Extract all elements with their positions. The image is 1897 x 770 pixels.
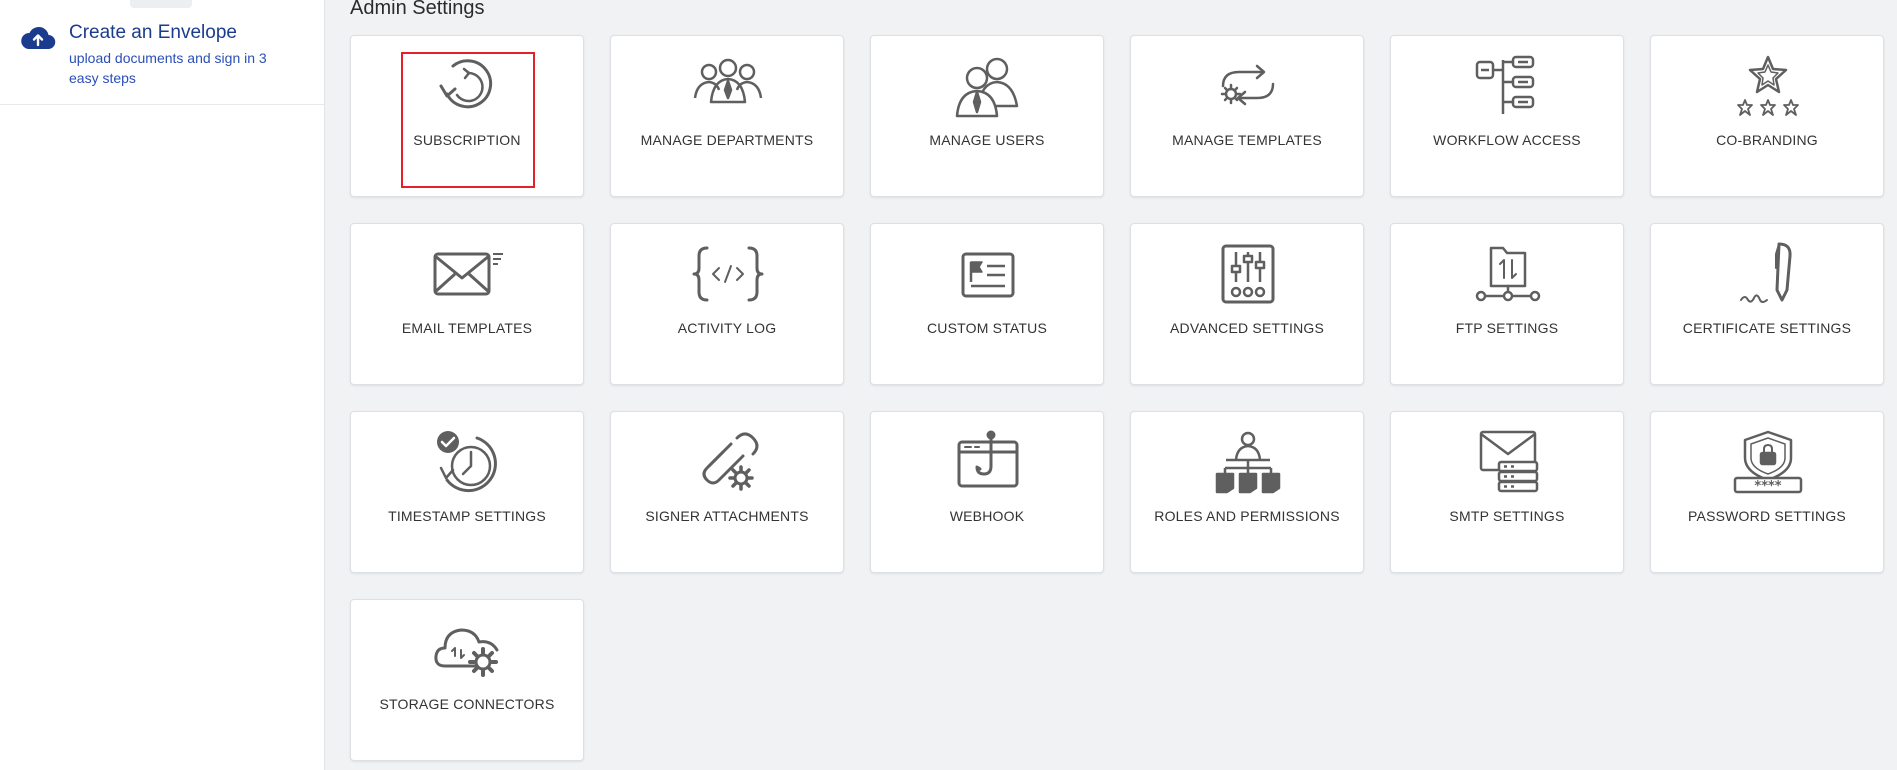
tile-label: EMAIL TEMPLATES — [401, 320, 533, 336]
tile-custom-status[interactable]: CUSTOM STATUS — [870, 223, 1104, 385]
templates-icon — [1220, 64, 1275, 106]
tile-advanced-settings[interactable]: ADVANCED SETTINGS — [1130, 223, 1364, 385]
tile-label: MANAGE USERS — [929, 132, 1045, 148]
tile-manage-departments[interactable]: MANAGE DEPARTMENTS — [610, 35, 844, 197]
tile-co-branding[interactable]: CO-BRANDING — [1650, 35, 1884, 197]
tile-label: FTP SETTINGS — [1455, 320, 1559, 336]
tile-label: CUSTOM STATUS — [926, 320, 1048, 336]
tile-email-templates[interactable]: EMAIL TEMPLATES — [350, 223, 584, 385]
paperclip-gear-icon — [702, 432, 759, 491]
webhook-icon — [957, 430, 1019, 488]
tile-label: ADVANCED SETTINGS — [1169, 320, 1325, 336]
users-icon — [955, 57, 1019, 118]
tile-label: CERTIFICATE SETTINGS — [1682, 320, 1852, 336]
sidebar-divider — [0, 104, 324, 105]
tile-storage-connectors[interactable]: STORAGE CONNECTORS — [350, 599, 584, 761]
tile-certificate-settings[interactable]: CERTIFICATE SETTINGS — [1650, 223, 1884, 385]
status-card-icon — [961, 252, 1015, 298]
tile-signer-attachments[interactable]: SIGNER ATTACHMENTS — [610, 411, 844, 573]
sliders-icon — [1221, 244, 1275, 304]
tile-label: SMTP SETTINGS — [1449, 508, 1565, 524]
org-chart-icon — [1215, 431, 1281, 494]
pen-signature-icon — [1740, 242, 1792, 303]
tile-timestamp-settings[interactable]: TIMESTAMP SETTINGS — [350, 411, 584, 573]
star-icon — [1737, 55, 1799, 116]
tile-ftp-settings[interactable]: FTP SETTINGS — [1390, 223, 1624, 385]
workflow-icon — [1475, 55, 1535, 114]
subscription-icon — [439, 59, 493, 109]
create-envelope-subtitle: upload documents and sign in 3 easy step… — [69, 50, 267, 86]
tile-label: ACTIVITY LOG — [677, 320, 777, 336]
svg-text:****: **** — [1754, 479, 1781, 494]
tile-label: TIMESTAMP SETTINGS — [388, 508, 546, 524]
create-envelope-button[interactable]: Create an Envelope upload documents and … — [20, 22, 310, 86]
tile-label: CO-BRANDING — [1716, 132, 1818, 148]
tile-subscription[interactable]: SUBSCRIPTION — [350, 35, 584, 197]
tile-password-settings[interactable]: **** PASSWORD SETTINGS — [1650, 411, 1884, 573]
tile-manage-templates[interactable]: MANAGE TEMPLATES — [1130, 35, 1364, 197]
tile-label: MANAGE DEPARTMENTS — [640, 132, 814, 148]
cloud-gear-icon — [434, 628, 499, 677]
sidebar: Create an Envelope upload documents and … — [0, 0, 325, 770]
create-envelope-title: Create an Envelope — [69, 22, 237, 43]
tile-label: SIGNER ATTACHMENTS — [645, 508, 809, 524]
tile-label: MANAGE TEMPLATES — [1172, 132, 1322, 148]
tile-activity-log[interactable]: ACTIVITY LOG — [610, 223, 844, 385]
tile-webhook[interactable]: WEBHOOK — [870, 411, 1104, 573]
ftp-folder-icon — [1475, 246, 1541, 302]
tile-label: STORAGE CONNECTORS — [379, 696, 555, 712]
tile-workflow-access[interactable]: WORKFLOW ACCESS — [1390, 35, 1624, 197]
tile-label: PASSWORD SETTINGS — [1688, 508, 1846, 524]
tile-manage-users[interactable]: MANAGE USERS — [870, 35, 1104, 197]
page-title: Admin Settings — [350, 0, 485, 19]
code-icon — [692, 246, 764, 302]
tile-roles-and-permissions[interactable]: ROLES AND PERMISSIONS — [1130, 411, 1364, 573]
tile-label: WORKFLOW ACCESS — [1433, 132, 1581, 148]
mail-server-icon — [1479, 430, 1539, 493]
clock-check-icon — [437, 431, 497, 493]
sidebar-top-tab[interactable] — [130, 0, 192, 8]
tile-label: SUBSCRIPTION — [413, 132, 521, 148]
envelope-icon — [433, 252, 503, 296]
admin-settings-grid: SUBSCRIPTION MANAGE DEPARTMENTS MANAGE U… — [350, 35, 1884, 761]
tile-label: WEBHOOK — [949, 508, 1025, 524]
tile-label: ROLES AND PERMISSIONS — [1154, 508, 1340, 524]
tile-smtp-settings[interactable]: SMTP SETTINGS — [1390, 411, 1624, 573]
cloud-upload-icon — [21, 26, 56, 50]
departments-icon — [693, 58, 763, 104]
shield-lock-icon: **** — [1733, 430, 1803, 494]
